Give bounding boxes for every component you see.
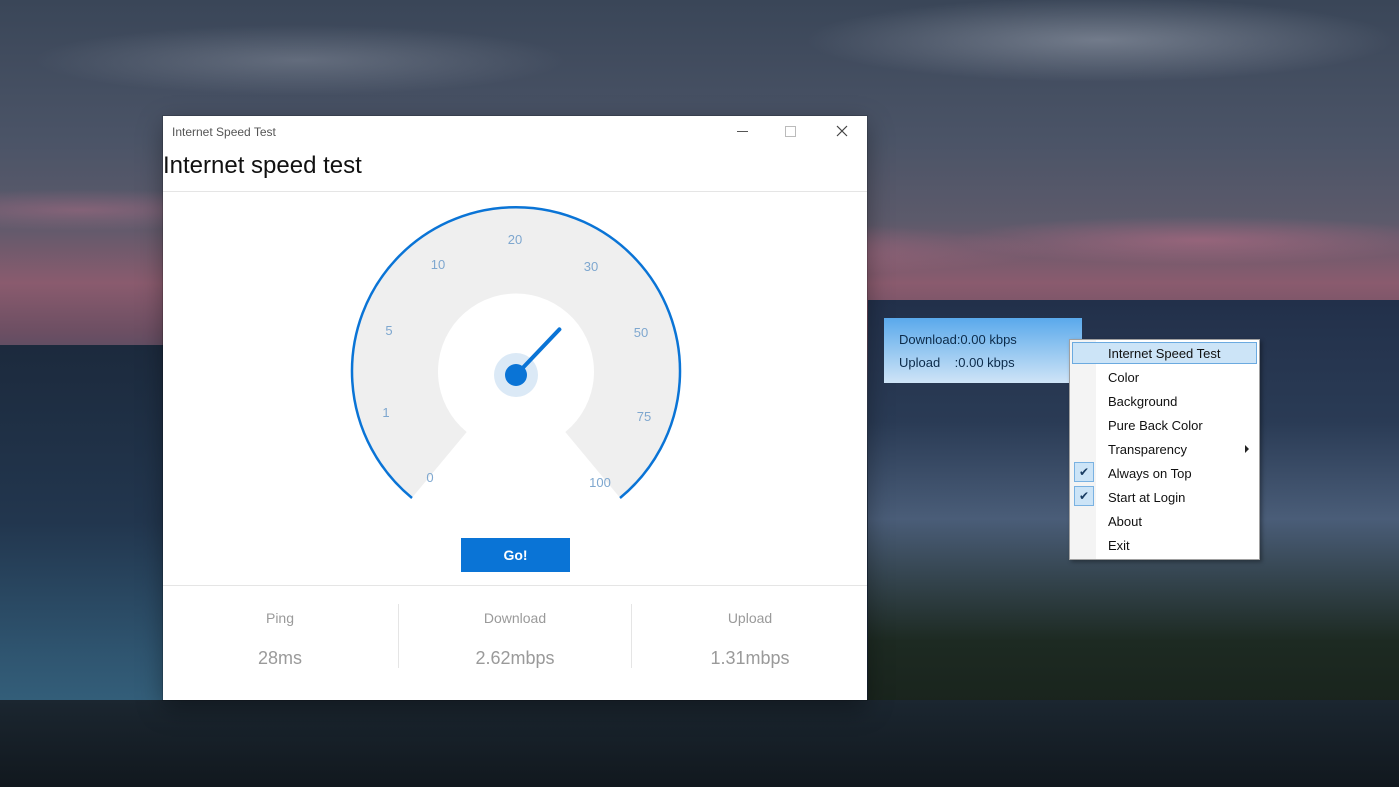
- tick-label-5: 5: [385, 323, 392, 338]
- go-button[interactable]: Go!: [461, 538, 570, 572]
- menu-item-label: About: [1108, 514, 1142, 529]
- tick-label-20: 20: [508, 232, 522, 247]
- upload-value: 1.31mbps: [710, 648, 790, 668]
- upload-label: Upload: [727, 610, 773, 626]
- menu-item-label: Exit: [1108, 538, 1130, 553]
- upload-stat: Upload 1.31mbps: [633, 586, 867, 700]
- tick-label-10: 10: [431, 257, 445, 272]
- menu-item-label: Color: [1108, 370, 1140, 385]
- menu-item-label: Background: [1108, 394, 1178, 409]
- menu-item-always-on-top[interactable]: ✔ Always on Top: [1072, 462, 1257, 484]
- tick-label-30: 30: [584, 259, 598, 274]
- stat-separator: [631, 604, 632, 668]
- ping-label: Ping: [265, 610, 295, 626]
- tick-label-1: 1: [382, 405, 389, 420]
- menu-item-label: Always on Top: [1108, 466, 1192, 481]
- menu-item-exit[interactable]: Exit: [1072, 534, 1257, 556]
- menu-item-label: Internet Speed Test: [1108, 346, 1221, 361]
- menu-item-label: Pure Back Color: [1108, 418, 1203, 433]
- tick-label-100: 100: [589, 475, 611, 490]
- submenu-arrow-icon: [1245, 445, 1249, 453]
- menu-item-background[interactable]: Background: [1072, 390, 1257, 412]
- tick-label-0: 0: [426, 470, 433, 485]
- menu-item-label: Start at Login: [1108, 490, 1186, 505]
- needle-hub: [505, 364, 527, 386]
- menu-item-internet-speed-test[interactable]: Internet Speed Test: [1072, 342, 1257, 364]
- checkmark-icon: ✔: [1074, 462, 1094, 482]
- menu-item-color[interactable]: Color: [1072, 366, 1257, 388]
- menu-item-label: Transparency: [1108, 442, 1187, 457]
- tick-label-50: 50: [634, 325, 648, 340]
- menu-item-transparency[interactable]: Transparency: [1072, 438, 1257, 460]
- mini-upload-readout: Upload :0.00 kbps: [899, 355, 1015, 370]
- speedometer-gauge: 0 1 5 10 20 30 50 75 100: [350, 205, 682, 499]
- menu-item-pure-back-color[interactable]: Pure Back Color: [1072, 414, 1257, 436]
- download-stat: Download 2.62mbps: [398, 586, 632, 700]
- desktop-forest: [0, 700, 1399, 787]
- mini-download-readout: Download:0.00 kbps: [899, 332, 1017, 347]
- download-label: Download: [483, 610, 547, 626]
- download-value: 2.62mbps: [475, 648, 555, 668]
- speed-test-window: Internet Speed Test Internet speed test …: [163, 116, 867, 700]
- mini-speed-widget[interactable]: Download:0.00 kbps Upload :0.00 kbps: [884, 318, 1082, 383]
- ping-value: 28ms: [257, 648, 302, 668]
- menu-item-about[interactable]: About: [1072, 510, 1257, 532]
- desktop-mountain-left: [0, 345, 170, 787]
- checkmark-icon: ✔: [1074, 486, 1094, 506]
- context-menu: Internet Speed Test Color Background Pur…: [1069, 339, 1260, 560]
- tick-label-75: 75: [637, 409, 651, 424]
- menu-item-start-at-login[interactable]: ✔ Start at Login: [1072, 486, 1257, 508]
- ping-stat: Ping 28ms: [163, 586, 397, 700]
